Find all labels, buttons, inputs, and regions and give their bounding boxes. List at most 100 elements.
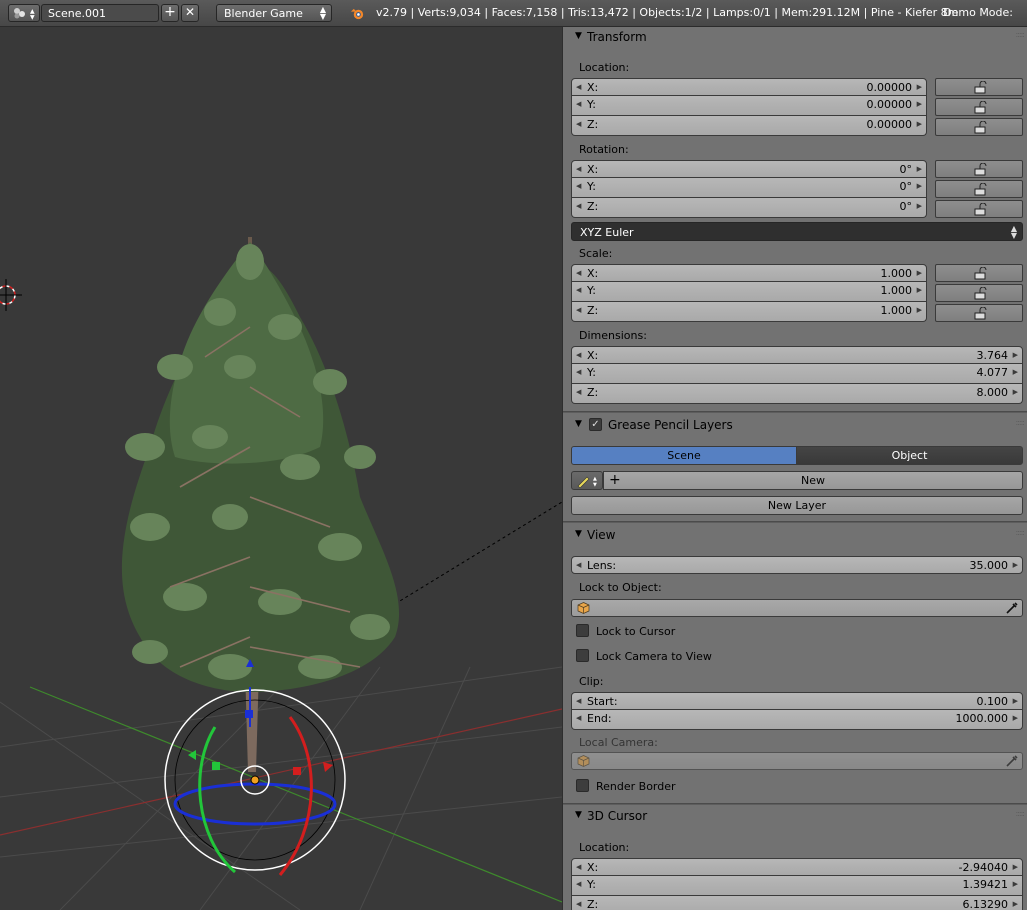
- y-axis-line: [29, 686, 562, 903]
- unlocked-padlock-icon: [974, 203, 987, 216]
- lock-object-field[interactable]: [571, 599, 1023, 617]
- transform-title: Transform: [587, 30, 647, 44]
- lock-rotation-y-toggle[interactable]: [935, 180, 1023, 198]
- transform-header[interactable]: ▼ Transform :::::: [567, 27, 1026, 49]
- rotation-y-field[interactable]: ◀ Y: 0° ▶: [571, 178, 927, 198]
- panel-separator: [563, 521, 1027, 523]
- unlocked-padlock-icon: [974, 307, 987, 320]
- unlocked-padlock-icon: [974, 121, 987, 134]
- scene-data-icon: ▲▼: [14, 8, 35, 21]
- plus-icon: +: [609, 472, 621, 488]
- object-cube-icon: [577, 755, 590, 767]
- grease-pencil-browse-button[interactable]: ▲ ▼: [571, 471, 603, 490]
- location-x-field[interactable]: ◀ X: 0.00000 ▶: [571, 78, 927, 96]
- cursor-location-z-field[interactable]: ◀ Z: 6.13290 ▶: [571, 896, 1023, 910]
- collapse-triangle-icon[interactable]: ▼: [575, 31, 582, 41]
- rotation-x-field[interactable]: ◀ X: 0° ▶: [571, 160, 927, 178]
- lock-rotation-x-toggle[interactable]: [935, 160, 1023, 178]
- new-grease-pencil-button[interactable]: + New: [603, 471, 1023, 490]
- close-icon[interactable]: ✕: [181, 4, 199, 22]
- demo-mode-label: Demo Mode:: [943, 6, 1013, 19]
- clip-start-field[interactable]: ◀ Start: 0.100 ▶: [571, 692, 1023, 710]
- unlocked-padlock-icon: [974, 163, 987, 176]
- unlocked-padlock-icon: [974, 101, 987, 114]
- tab-object[interactable]: Object: [796, 446, 1023, 465]
- properties-region[interactable]: ▼ Transform ::::: Location: ◀ X: 0.00000 ▶ …: [562, 27, 1027, 910]
- svg-text:▼: ▼: [30, 14, 35, 21]
- collapse-triangle-icon[interactable]: ▼: [575, 810, 582, 820]
- 3d-viewport[interactable]: [0, 27, 562, 910]
- lock-camera-to-view-checkbox[interactable]: [576, 649, 589, 662]
- lock-location-y-toggle[interactable]: [935, 98, 1023, 116]
- plus-icon[interactable]: +: [161, 4, 179, 22]
- pine-tree-object: [121, 236, 400, 772]
- collapse-triangle-icon[interactable]: ▼: [575, 529, 582, 539]
- rotation-z-field[interactable]: ◀ Z: 0° ▶: [571, 198, 927, 218]
- clip-end-field[interactable]: ◀ End: 1000.000 ▶: [571, 710, 1023, 730]
- drag-grip-icon[interactable]: :::::: [1016, 30, 1026, 39]
- dimensions-y-field[interactable]: ◀ Y: 4.077 ▶: [571, 364, 1023, 384]
- lock-scale-y-toggle[interactable]: [935, 284, 1023, 302]
- location-label: Location:: [579, 61, 630, 74]
- drag-grip-icon[interactable]: :::::: [1016, 418, 1026, 427]
- grease-pencil-header[interactable]: ▼ ✓ Grease Pencil Layers :::::: [567, 415, 1026, 437]
- cursor-location-x-field[interactable]: ◀ X: -2.94040 ▶: [571, 858, 1023, 876]
- pencil-icon: ▲▼: [577, 476, 597, 489]
- scale-y-field[interactable]: ◀ Y: 1.000 ▶: [571, 282, 927, 302]
- render-border-checkbox[interactable]: [576, 779, 589, 792]
- new-layer-button[interactable]: New Layer: [571, 496, 1023, 515]
- rotation-mode-dropdown[interactable]: XYZ Euler ▲ ▼: [571, 222, 1023, 241]
- new-label: New: [801, 474, 825, 487]
- lock-location-z-toggle[interactable]: [935, 118, 1023, 136]
- scene-browse-button[interactable]: ▲ ▼: [8, 4, 40, 22]
- blender-logo-icon: [350, 8, 364, 20]
- unlocked-padlock-icon: [974, 81, 987, 94]
- grease-pencil-enable-checkbox[interactable]: ✓: [589, 418, 602, 431]
- lens-field[interactable]: ◀ Lens: 35.000 ▶: [571, 556, 1023, 574]
- scene-name-field[interactable]: Scene.001: [41, 4, 159, 22]
- drag-grip-icon[interactable]: :::::: [1016, 809, 1026, 818]
- cursor-location-y-field[interactable]: ◀ Y: 1.39421 ▶: [571, 876, 1023, 896]
- clip-label: Clip:: [579, 675, 604, 688]
- view-title: View: [587, 528, 616, 542]
- render-engine-dropdown[interactable]: Blender Game ▲ ▼: [216, 4, 332, 22]
- dimensions-z-field[interactable]: ◀ Z: 8.000 ▶: [571, 384, 1023, 404]
- updown-arrow-icon: ▲ ▼: [319, 5, 326, 21]
- local-camera-field[interactable]: [571, 752, 1023, 770]
- location-z-field[interactable]: ◀ Z: 0.00000 ▶: [571, 116, 927, 136]
- scale-label: Scale:: [579, 247, 613, 260]
- info-header: ▲ ▼ Scene.001 + ✕ Blender Game ▲ ▼ v2.79 | …: [0, 0, 1027, 27]
- cursor-location-label: Location:: [579, 841, 630, 854]
- grease-pencil-title: Grease Pencil Layers: [608, 418, 733, 432]
- lock-to-cursor-label: Lock to Cursor: [596, 625, 676, 638]
- tab-scene[interactable]: Scene: [571, 446, 797, 465]
- dimensions-label: Dimensions:: [579, 329, 647, 342]
- view-header[interactable]: ▼ View :::::: [567, 525, 1026, 547]
- lock-scale-z-toggle[interactable]: [935, 304, 1023, 322]
- rotation-label: Rotation:: [579, 143, 629, 156]
- render-engine-label: Blender Game: [224, 7, 303, 20]
- scale-x-field[interactable]: ◀ X: 1.000 ▶: [571, 264, 927, 282]
- lock-camera-to-view-label: Lock Camera to View: [596, 650, 712, 663]
- lock-scale-x-toggle[interactable]: [935, 264, 1023, 282]
- dimensions-x-field[interactable]: ◀ X: 3.764 ▶: [571, 346, 1023, 364]
- 3d-cursor-title: 3D Cursor: [587, 809, 648, 823]
- drag-grip-icon[interactable]: :::::: [1016, 528, 1026, 537]
- collapse-triangle-icon[interactable]: ▼: [575, 419, 582, 429]
- panel-separator: [563, 411, 1027, 413]
- lock-location-x-toggle[interactable]: [935, 78, 1023, 96]
- location-y-field[interactable]: ◀ Y: 0.00000 ▶: [571, 96, 927, 116]
- 3d-cursor-header[interactable]: ▼ 3D Cursor :::::: [567, 806, 1026, 828]
- lock-to-cursor-checkbox[interactable]: [576, 624, 589, 637]
- eyedropper-icon[interactable]: [1005, 754, 1019, 768]
- 3d-cursor-icon: [0, 279, 22, 311]
- updown-arrow-icon: ▲ ▼: [1010, 224, 1017, 240]
- unlocked-padlock-icon: [974, 267, 987, 280]
- scene-statistics: v2.79 | Verts:9,034 | Faces:7,158 | Tris…: [376, 6, 959, 19]
- eyedropper-icon[interactable]: [1005, 601, 1019, 615]
- render-border-label: Render Border: [596, 780, 676, 793]
- svg-text:▼: ▼: [593, 482, 597, 488]
- local-camera-label: Local Camera:: [579, 736, 658, 749]
- lock-rotation-z-toggle[interactable]: [935, 200, 1023, 218]
- scale-z-field[interactable]: ◀ Z: 1.000 ▶: [571, 302, 927, 322]
